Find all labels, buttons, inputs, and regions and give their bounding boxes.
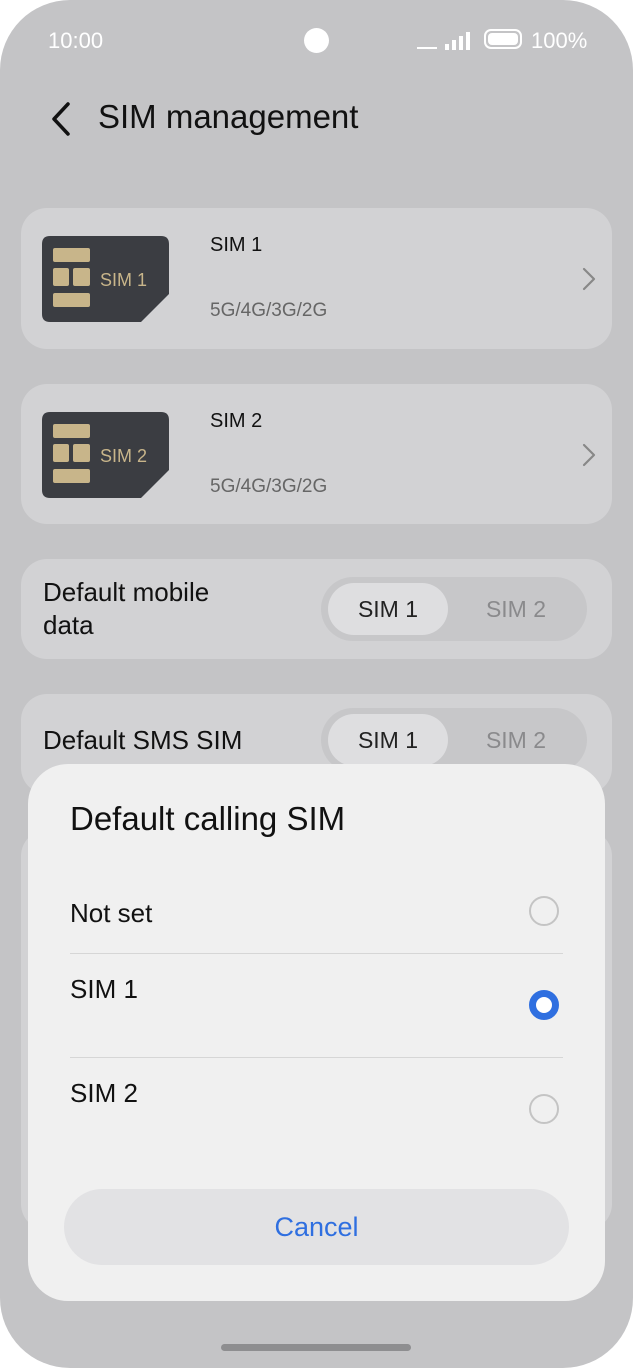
divider	[70, 953, 563, 954]
sim-name: SIM 2	[210, 410, 263, 432]
sim-card-label: SIM 2	[100, 446, 147, 466]
battery-level: 100%	[531, 28, 588, 53]
radio-unselected-icon[interactable]	[529, 1094, 559, 1124]
sim-name: SIM 1	[210, 234, 263, 256]
mobile-data-sim-2-option[interactable]: SIM 2	[456, 583, 576, 635]
mobile-data-sim-selector: SIM 1 SIM 2	[321, 577, 587, 641]
sim-networks: 5G/4G/3G/2G	[210, 300, 328, 321]
default-mobile-data-label: Default mobile data	[43, 576, 209, 642]
radio-unselected-icon[interactable]	[529, 896, 559, 926]
status-bar: 10:00 100%	[0, 0, 633, 80]
sms-sim-selector: SIM 1 SIM 2	[321, 708, 587, 772]
sms-sim-2-option[interactable]: SIM 2	[456, 714, 576, 766]
phone-screen: 10:00 100% SIM management SIM 1 SIM 1 5G…	[0, 0, 633, 1368]
option-not-set[interactable]: Not set	[70, 894, 563, 934]
sim-card-label: SIM 1	[100, 270, 147, 290]
default-calling-sim-dialog: Default calling SIM Not set SIM 1 SIM 2 …	[28, 764, 605, 1301]
dialog-title: Default calling SIM	[70, 800, 346, 837]
sim-1-card[interactable]: SIM 1 SIM 1 5G/4G/3G/2G	[21, 208, 612, 349]
battery-icon	[484, 29, 522, 49]
sim-card-icon: SIM 1	[42, 236, 169, 322]
label-line: data	[43, 610, 94, 640]
back-arrow-icon[interactable]	[46, 100, 78, 138]
sim-card-icon: SIM 2	[42, 412, 169, 498]
chevron-right-icon	[582, 267, 596, 291]
status-time: 10:00	[48, 28, 104, 53]
label-line: Default mobile	[43, 577, 210, 607]
default-sms-label: Default SMS SIM	[43, 725, 243, 755]
page-header: SIM management	[0, 90, 633, 150]
home-indicator[interactable]	[221, 1344, 411, 1351]
mobile-data-sim-1-option[interactable]: SIM 1	[328, 583, 448, 635]
option-sim-2[interactable]: SIM 2	[70, 1076, 563, 1136]
option-label: Not set	[70, 898, 153, 928]
sms-sim-1-option[interactable]: SIM 1	[328, 714, 448, 766]
sim-2-card[interactable]: SIM 2 SIM 2 5G/4G/3G/2G	[21, 384, 612, 524]
default-mobile-data-row: Default mobile data SIM 1 SIM 2	[21, 559, 612, 659]
option-label: SIM 1	[70, 974, 138, 1004]
signal-icon	[417, 32, 470, 50]
sim-networks: 5G/4G/3G/2G	[210, 476, 328, 497]
divider	[70, 1057, 563, 1058]
radio-selected-icon[interactable]	[529, 990, 559, 1020]
page-title: SIM management	[98, 98, 359, 135]
option-label: SIM 2	[70, 1078, 138, 1108]
option-sim-1[interactable]: SIM 1	[70, 972, 563, 1032]
chevron-right-icon	[582, 443, 596, 467]
cancel-button[interactable]: Cancel	[64, 1189, 569, 1265]
camera-cutout	[304, 28, 329, 53]
